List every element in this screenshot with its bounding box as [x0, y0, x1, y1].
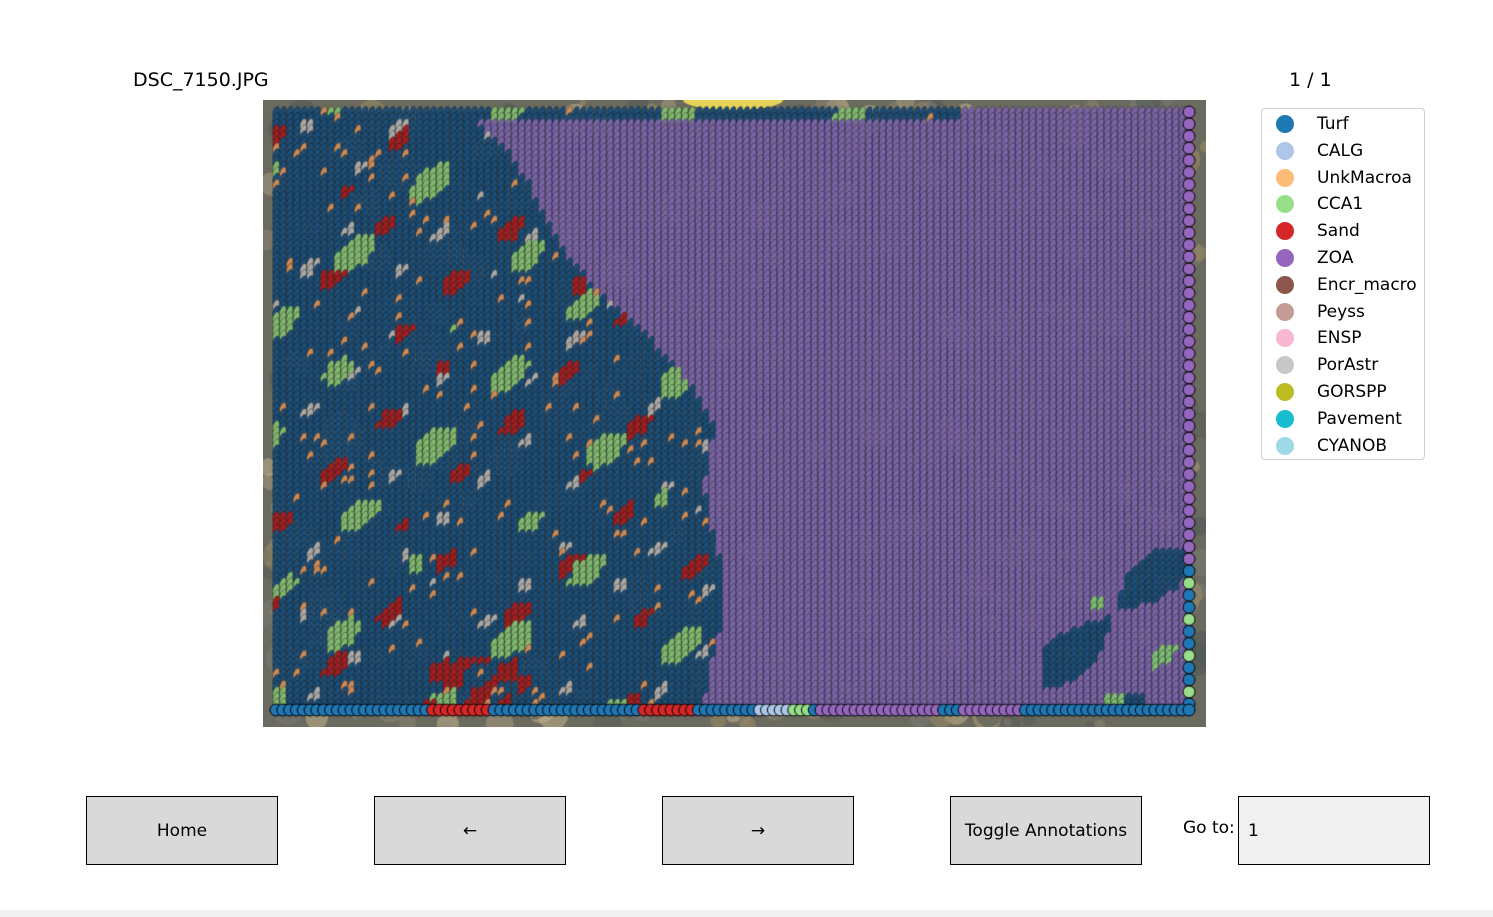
- toggle-annotations-button[interactable]: Toggle Annotations: [950, 796, 1142, 865]
- legend-label: GORSPP: [1317, 382, 1387, 402]
- legend-swatch: [1276, 249, 1294, 267]
- next-button[interactable]: →: [662, 796, 854, 865]
- legend-swatch: [1276, 115, 1294, 133]
- window-bottom-edge: [0, 910, 1493, 917]
- legend-label: Encr_macro: [1317, 274, 1417, 295]
- previous-button[interactable]: ←: [374, 796, 566, 865]
- image-filename: DSC_7150.JPG: [133, 69, 269, 91]
- legend-label: ENSP: [1317, 328, 1362, 349]
- legend-label: CALG: [1317, 140, 1364, 161]
- legend-item: CYANOB: [1262, 435, 1426, 457]
- legend-item: CALG: [1262, 140, 1426, 162]
- legend-item: Sand: [1262, 220, 1426, 242]
- legend-label: Pavement: [1317, 408, 1402, 429]
- legend-swatch: [1276, 195, 1294, 214]
- annotated-image-viewer[interactable]: [263, 100, 1206, 727]
- legend-label: Turf: [1317, 114, 1349, 134]
- legend-swatch: [1276, 222, 1294, 241]
- legend-item: ZOA: [1262, 247, 1426, 269]
- legend-label: UnkMacroa: [1317, 167, 1412, 188]
- legend-item: Turf: [1262, 113, 1426, 135]
- annotation-overlay[interactable]: [263, 100, 1206, 727]
- legend-swatch: [1276, 383, 1294, 401]
- goto-label: Go to:: [1183, 818, 1235, 838]
- legend-label: PorAstr: [1317, 355, 1379, 376]
- legend-item: GORSPP: [1262, 381, 1426, 403]
- legend-swatch: [1276, 436, 1294, 455]
- legend-item: Pavement: [1262, 408, 1426, 430]
- legend-label: Peyss: [1317, 301, 1365, 322]
- legend-item: UnkMacroa: [1262, 167, 1426, 189]
- legend-label: CCA1: [1317, 194, 1364, 215]
- legend-item: ENSP: [1262, 327, 1426, 349]
- legend-swatch: [1276, 409, 1294, 428]
- legend-label: CYANOB: [1317, 435, 1388, 456]
- legend-swatch: [1276, 168, 1294, 187]
- legend-swatch: [1276, 275, 1294, 294]
- class-legend: Turf CALG UnkMacroa CCA1 Sand ZOA Encr_macro Pe…: [1261, 108, 1425, 460]
- legend-swatch: [1276, 141, 1294, 160]
- home-button[interactable]: Home: [86, 796, 278, 865]
- legend-label: Sand: [1317, 221, 1360, 242]
- legend-label: ZOA: [1317, 248, 1354, 268]
- legend-swatch: [1276, 356, 1294, 375]
- legend-item: Encr_macro: [1262, 274, 1426, 296]
- legend-item: Peyss: [1262, 301, 1426, 323]
- legend-swatch: [1276, 302, 1294, 321]
- goto-input[interactable]: [1238, 796, 1430, 865]
- page-counter: 1 / 1: [1289, 69, 1332, 91]
- legend-item: PorAstr: [1262, 354, 1426, 376]
- legend-item: CCA1: [1262, 193, 1426, 215]
- legend-swatch: [1276, 329, 1294, 348]
